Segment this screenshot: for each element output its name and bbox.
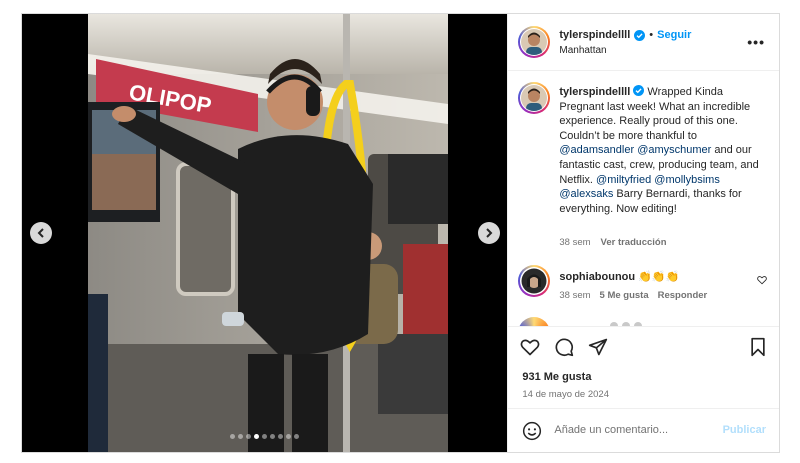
media-viewer: OLIPOP (22, 14, 508, 452)
post-caption: tylerspindellll Wrapped Kinda Pregnant l… (559, 85, 765, 216)
carousel-dot (278, 434, 284, 439)
comment-avatar[interactable] (518, 265, 551, 297)
comment-avatar[interactable] (518, 317, 551, 326)
emoji-icon[interactable] (522, 421, 542, 441)
header-user-row: tylerspindellll • Seguir (559, 29, 691, 41)
carousel-dot (286, 434, 292, 439)
translate-button[interactable]: Ver traducción (601, 237, 667, 248)
carousel-dot (294, 434, 300, 439)
publish-button[interactable]: Publicar (723, 424, 766, 436)
heart-icon[interactable] (757, 275, 767, 285)
post-photo: OLIPOP (88, 14, 448, 452)
location-link[interactable]: Manhattan (559, 45, 606, 56)
post-sidebar: tylerspindellll • Seguir Manhattan ••• t… (507, 14, 779, 452)
carousel-indicator (22, 434, 507, 439)
post-header: tylerspindellll • Seguir Manhattan ••• (508, 14, 779, 71)
avatar[interactable] (518, 26, 551, 58)
post-card: OLIPOP tylerspindellll • Seguir Manhatta… (21, 13, 780, 453)
carousel-dot (270, 434, 276, 439)
share-icon[interactable] (588, 337, 608, 357)
likes-count[interactable]: 931 Me gusta (522, 371, 591, 383)
carousel-dot (238, 434, 244, 439)
username-link[interactable]: tylerspindellll (559, 29, 630, 41)
bookmark-icon[interactable] (748, 337, 768, 357)
carousel-dot (254, 434, 260, 439)
previous-photo-button[interactable] (30, 222, 52, 244)
more-icon: ••• (747, 34, 765, 50)
comment-icon[interactable] (554, 337, 574, 357)
chevron-left-icon (37, 228, 44, 238)
avatar-image (520, 267, 549, 295)
more-options-button[interactable]: ••• (747, 34, 765, 50)
avatar-image (521, 29, 548, 55)
mention-link[interactable]: @amyschumer (637, 144, 711, 156)
mention-link[interactable]: @alexsaks (559, 188, 613, 200)
caption-avatar[interactable] (518, 82, 551, 114)
carousel-dot (230, 434, 236, 439)
comment-composer: Publicar (508, 408, 779, 452)
verified-icon (634, 29, 646, 41)
comments-list[interactable]: tylerspindellll Wrapped Kinda Pregnant l… (508, 72, 779, 326)
carousel-dot (262, 434, 268, 439)
comment-likes[interactable]: 5 Me gusta (600, 290, 649, 301)
comment-meta: 38 sem 5 Me gusta Responder (559, 290, 707, 301)
comment-username[interactable]: sophiabounou (559, 271, 635, 283)
post-date: 14 de mayo de 2024 (522, 389, 609, 400)
action-bar: 931 Me gusta 14 de mayo de 2024 (508, 326, 779, 408)
caption-meta: 38 sem Ver traducción (559, 237, 666, 248)
mention-link[interactable]: @adamsandler (559, 144, 634, 156)
verified-icon (633, 85, 645, 96)
caption-time[interactable]: 38 sem (559, 237, 590, 248)
follow-button[interactable]: Seguir (657, 29, 691, 41)
comment-time[interactable]: 38 sem (559, 290, 590, 301)
next-photo-button[interactable] (478, 222, 500, 244)
caption-username[interactable]: tylerspindellll (559, 86, 630, 98)
mention-link[interactable]: @miltyfried (596, 174, 651, 186)
avatar-image (521, 85, 548, 111)
comment-body: sophiabounou 👏👏👏 (559, 270, 679, 283)
mention-link[interactable]: @mollybsims (654, 174, 720, 186)
chevron-right-icon (486, 228, 493, 238)
heart-icon[interactable] (520, 337, 540, 357)
separator-dot: • (649, 29, 654, 41)
comment-input[interactable] (554, 419, 715, 441)
carousel-dot (246, 434, 252, 439)
comment-text: 👏👏👏 (638, 271, 680, 283)
reply-button[interactable]: Responder (658, 290, 708, 301)
